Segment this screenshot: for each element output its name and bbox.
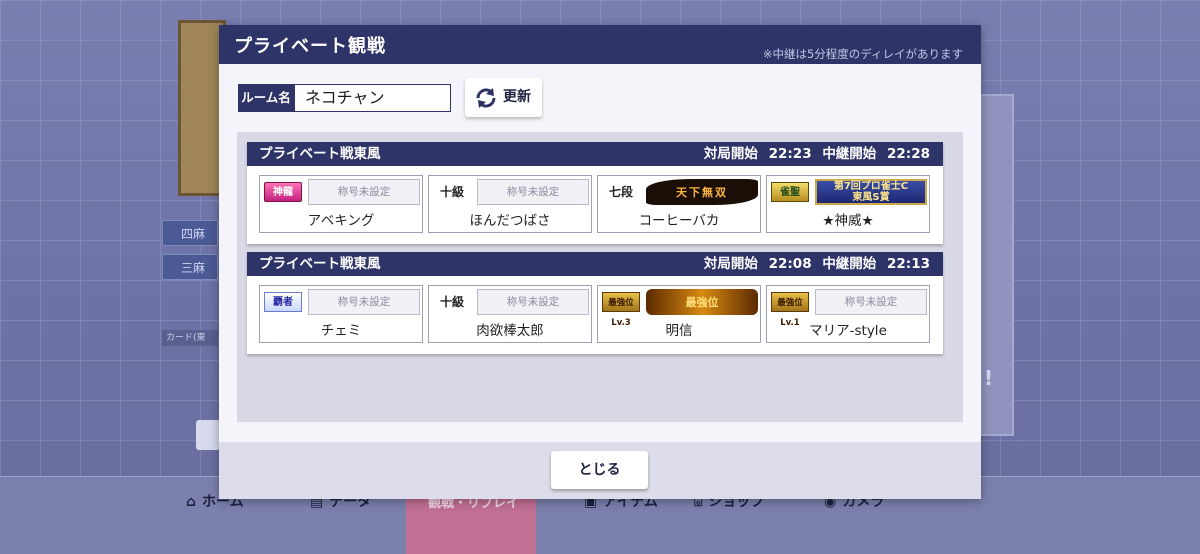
rank-badge: 覇者 [264,292,302,312]
dialog-footer: とじる [219,442,981,499]
match-mode: プライベート戦東風 [259,256,381,272]
rank-badge: 十級 [439,185,464,199]
rank-badge: 雀聖 [771,182,809,202]
mode-chip-4p: 四麻 [162,220,218,246]
match-times: 対局開始 22:23 中継開始 22:28 [698,142,930,166]
mode-chip-3p: 三麻 [162,254,218,280]
match-header: プライベート戦東風 対局開始 22:23 中継開始 22:28 [247,142,943,166]
relay-time: 22:13 [887,256,930,272]
player-card: 覇者 称号未設定 チェミ [259,285,423,343]
match-row[interactable]: プライベート戦東風 対局開始 22:23 中継開始 22:28 神龍 称号未設定 [247,142,943,244]
player-card: 十級 称号未設定 ほんだつばさ [428,175,592,233]
private-spectate-dialog: プライベート観戦 ※中継は5分程度のディレイがあります ルーム名 ネコチャン 更… [219,25,981,499]
dialog-body: ルーム名 ネコチャン 更新 プライベート戦東風 対局開始 22:23 中継開始 [219,64,981,442]
home-icon: ⌂ [186,494,197,510]
refresh-icon [476,88,496,108]
dialog-header: プライベート観戦 ※中継は5分程度のディレイがあります [219,25,981,64]
relay-time: 22:28 [887,146,930,162]
refresh-button[interactable]: 更新 [465,78,542,117]
player-name: 肉欲棒太郎 [476,323,544,339]
match-row[interactable]: プライベート戦東風 対局開始 22:08 中継開始 22:13 覇者 称号未設定 [247,252,943,354]
room-name-input[interactable]: ネコチャン [294,84,451,112]
player-card: 七段 天下無双 コーヒーバカ [597,175,761,233]
player-title-line1: 第7回プロ雀士C [833,181,909,192]
player-title-line2: 東風S賞 [852,192,890,203]
player-title: 称号未設定 [477,179,589,205]
player-name: 明信 [665,323,693,339]
exclamation-mark: ! [984,366,994,390]
card-label: カード(東 [162,330,218,346]
back-button [196,420,220,450]
match-times: 対局開始 22:08 中継開始 22:13 [698,252,930,276]
player-title: 最強位 [646,289,758,315]
players: 神龍 称号未設定 アベキング 十級 称号未設定 ほんだつばさ 七段 天下無双 コ… [247,166,943,244]
match-list: プライベート戦東風 対局開始 22:23 中継開始 22:28 神龍 称号未設定 [237,132,963,422]
player-name: マリア-style [809,323,887,339]
player-name: チェミ [320,323,362,339]
relay-label: 中継開始 [822,146,877,162]
dialog-title: プライベート観戦 [234,36,386,57]
rank-badge: 最強位Lv.3 [602,292,640,328]
start-time: 22:08 [768,256,812,272]
player-card: 十級 称号未設定 肉欲棒太郎 [428,285,592,343]
match-mode: プライベート戦東風 [259,146,381,162]
players: 覇者 称号未設定 チェミ 十級 称号未設定 肉欲棒太郎 最強位Lv.3 最強位 … [247,276,943,354]
player-title: 称号未設定 [815,289,927,315]
player-name: アベキング [307,213,375,229]
player-title: 称号未設定 [308,289,420,315]
player-card: 最強位Lv.1 称号未設定 マリア-style [766,285,930,343]
player-card: 最強位Lv.3 最強位 明信 [597,285,761,343]
close-button[interactable]: とじる [551,451,648,489]
start-label: 対局開始 [703,146,758,162]
player-title: 称号未設定 [308,179,420,205]
rank-badge: 七段 [608,185,633,199]
player-name: コーヒーバカ [638,213,720,229]
match-header: プライベート戦東風 対局開始 22:08 中継開始 22:13 [247,252,943,276]
player-name: ほんだつばさ [469,213,551,229]
start-time: 22:23 [768,146,812,162]
rank-badge: 神龍 [264,182,302,202]
player-title: 天下無双 [646,179,758,205]
player-card: 神龍 称号未設定 アベキング [259,175,423,233]
delay-note: ※中継は5分程度のディレイがあります [762,47,963,61]
rank-badge: 最強位Lv.1 [771,292,809,328]
rank-badge: 十級 [439,295,464,309]
relay-label: 中継開始 [822,256,877,272]
room-name-label: ルーム名 [238,84,294,112]
start-label: 対局開始 [703,256,758,272]
player-title: 第7回プロ雀士C 東風S賞 [815,179,927,205]
player-title: 称号未設定 [477,289,589,315]
player-card: 雀聖 第7回プロ雀士C 東風S賞 ★神威★ [766,175,930,233]
refresh-label: 更新 [503,89,531,105]
player-name: ★神威★ [822,213,874,229]
